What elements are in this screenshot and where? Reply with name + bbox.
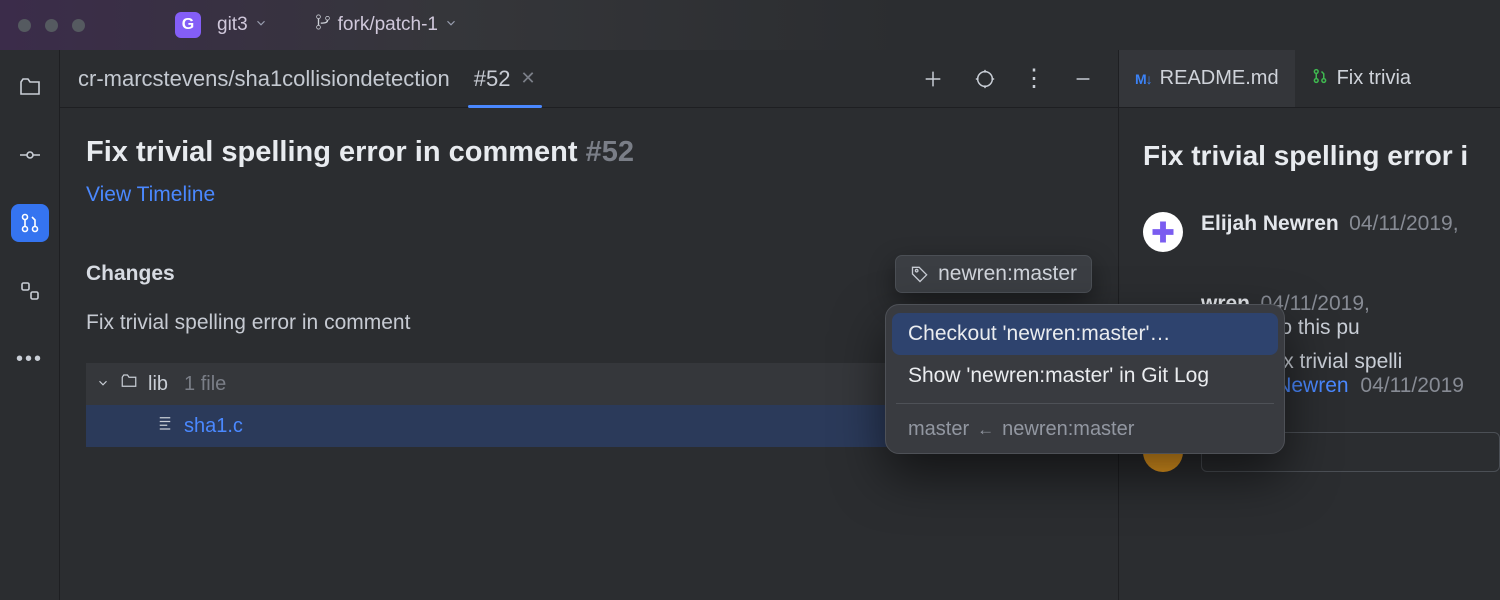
avatar — [1143, 212, 1183, 252]
breadcrumb[interactable]: cr-marcstevens/sha1collisiondetection — [78, 66, 450, 92]
sidebar-project-icon[interactable] — [11, 68, 49, 106]
ctx-checkout[interactable]: Checkout 'newren:master'… — [892, 313, 1278, 355]
branch-context-menu: Checkout 'newren:master'… Show 'newren:m… — [885, 304, 1285, 454]
tag-icon — [910, 264, 930, 284]
pr-title: Fix trivial spelling error in comment #5… — [86, 136, 1092, 169]
branch-name: fork/patch-1 — [338, 14, 438, 36]
main-panel: cr-marcstevens/sha1collisiondetection #5… — [60, 50, 1118, 600]
traffic-min-icon[interactable] — [45, 19, 58, 32]
folder-name: lib — [148, 373, 168, 396]
arrow-left-icon: ← — [977, 420, 994, 440]
project-badge-icon: G — [175, 12, 201, 38]
branch-chip[interactable]: newren:master — [895, 255, 1092, 293]
tab-label: #52 — [474, 66, 511, 92]
detail-title: Fix trivial spelling error i — [1143, 140, 1500, 172]
separator — [896, 403, 1274, 404]
event-author: Elijah Newren — [1201, 212, 1339, 235]
traffic-max-icon[interactable] — [72, 19, 85, 32]
sidebar-widgets-icon[interactable] — [11, 272, 49, 310]
pr-number: #52 — [586, 136, 634, 168]
add-button[interactable] — [916, 62, 950, 96]
ctx-footer: master ← newren:master — [892, 410, 1278, 443]
window-controls — [18, 19, 85, 32]
tab-bar: cr-marcstevens/sha1collisiondetection #5… — [60, 50, 1118, 108]
chevron-down-icon — [254, 14, 268, 36]
close-icon[interactable]: ✕ — [520, 68, 535, 89]
file-name: sha1.c — [184, 415, 243, 438]
view-timeline-link[interactable]: View Timeline — [86, 183, 1092, 207]
kebab-menu-icon[interactable]: ⋮ — [1020, 64, 1048, 93]
chevron-down-icon — [444, 14, 458, 36]
pull-request-icon — [1311, 67, 1329, 91]
titlebar: G git3 fork/patch-1 — [0, 0, 1500, 50]
project-name: git3 — [217, 14, 248, 36]
target-icon[interactable] — [968, 62, 1002, 96]
tab-readme[interactable]: M↓ README.md — [1119, 50, 1295, 107]
sidebar-pull-request-icon[interactable] — [11, 204, 49, 242]
ctx-show-in-log[interactable]: Show 'newren:master' in Git Log — [892, 355, 1278, 397]
branch-switcher[interactable]: fork/patch-1 — [306, 9, 466, 41]
timeline-event: Elijah Newren 04/11/2019, — [1143, 212, 1500, 252]
file-icon — [156, 414, 174, 438]
changes-label: Changes — [86, 262, 175, 286]
branch-icon — [314, 13, 332, 37]
tool-sidebar: ••• — [0, 50, 60, 600]
markdown-icon: M↓ — [1135, 71, 1152, 87]
project-switcher[interactable]: git3 — [209, 10, 276, 40]
tab-pr[interactable]: #52 ✕ — [468, 50, 542, 107]
sidebar-commit-icon[interactable] — [11, 136, 49, 174]
folder-icon — [120, 372, 138, 396]
event-date: 04/11/2019, — [1349, 212, 1458, 235]
detail-tab-bar: M↓ README.md Fix trivia — [1119, 50, 1500, 108]
branch-chip-label: newren:master — [938, 262, 1077, 286]
traffic-close-icon[interactable] — [18, 19, 31, 32]
folder-file-count: 1 file — [184, 373, 226, 396]
minimize-panel-icon[interactable] — [1066, 62, 1100, 96]
chevron-down-icon — [96, 373, 110, 396]
tab-pr-detail[interactable]: Fix trivia — [1295, 50, 1427, 107]
sidebar-more-icon[interactable]: ••• — [11, 340, 49, 378]
